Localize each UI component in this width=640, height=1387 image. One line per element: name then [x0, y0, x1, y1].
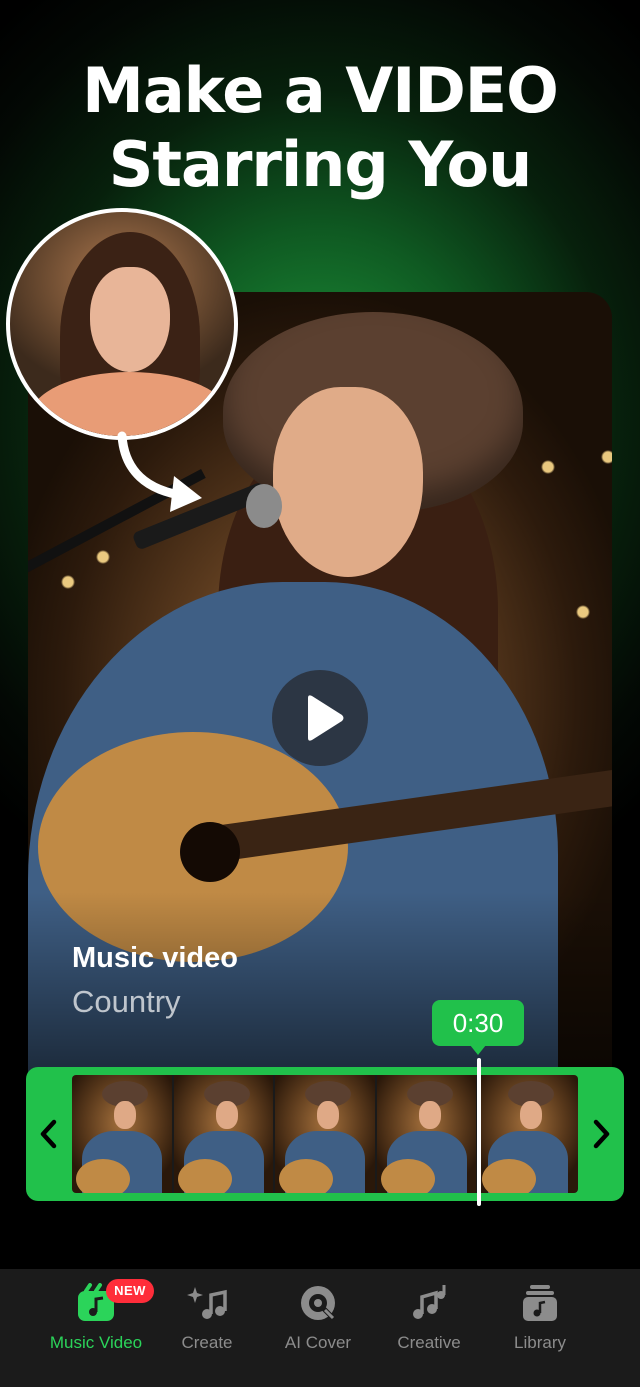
timeline-next-button[interactable] — [578, 1067, 624, 1201]
play-icon — [308, 695, 344, 741]
tab-music-video[interactable]: NEW Music Video — [40, 1279, 154, 1353]
tab-label: Creative — [397, 1333, 461, 1352]
guitar-sound-hole — [180, 822, 240, 882]
avatar-face — [90, 267, 170, 372]
library-icon — [523, 1285, 557, 1321]
create-music-icon — [187, 1287, 227, 1319]
timeline-frame — [376, 1075, 479, 1193]
tab-ai-cover[interactable]: AI Cover — [262, 1283, 374, 1353]
microphone-head — [246, 484, 282, 528]
headline-line-2: Starring You — [108, 128, 533, 201]
timeline-frame — [478, 1075, 578, 1193]
tab-label: AI Cover — [284, 1333, 352, 1352]
tab-create[interactable]: Create — [151, 1283, 263, 1353]
timeline-prev-button[interactable] — [26, 1067, 72, 1201]
timeline-frame — [173, 1075, 276, 1193]
play-button[interactable] — [272, 670, 368, 766]
new-badge: NEW — [106, 1279, 154, 1303]
user-selfie-avatar — [6, 208, 238, 440]
card-title: Music video — [72, 942, 238, 974]
chevron-right-icon — [593, 1119, 610, 1149]
tab-label: Create — [181, 1333, 233, 1352]
curved-arrow-icon — [117, 431, 202, 512]
timeline-frame — [72, 1075, 174, 1193]
ai-cover-icon — [301, 1286, 336, 1321]
headline-line-1: Make a VIDEO — [82, 54, 559, 127]
tab-creative[interactable]: Creative — [373, 1283, 485, 1353]
tab-label: Library — [514, 1333, 566, 1352]
creative-icon — [413, 1285, 446, 1319]
chevron-left-icon — [40, 1119, 57, 1149]
timeline-frames[interactable] — [72, 1075, 578, 1193]
timecode-label: 0:30 — [432, 1000, 524, 1055]
tab-label: Music Video — [49, 1333, 143, 1352]
timeline-playhead[interactable] — [477, 1058, 481, 1206]
bottom-tab-bar: NEW Music Video Create AI Cover Creative… — [0, 1269, 640, 1387]
card-genre: Country — [72, 984, 181, 1019]
timeline-frame — [275, 1075, 377, 1193]
headline: Make a VIDEO Starring You — [0, 54, 640, 202]
tab-library[interactable]: Library — [484, 1283, 596, 1353]
timeline-strip[interactable] — [26, 1067, 624, 1201]
singer-face — [273, 387, 423, 577]
